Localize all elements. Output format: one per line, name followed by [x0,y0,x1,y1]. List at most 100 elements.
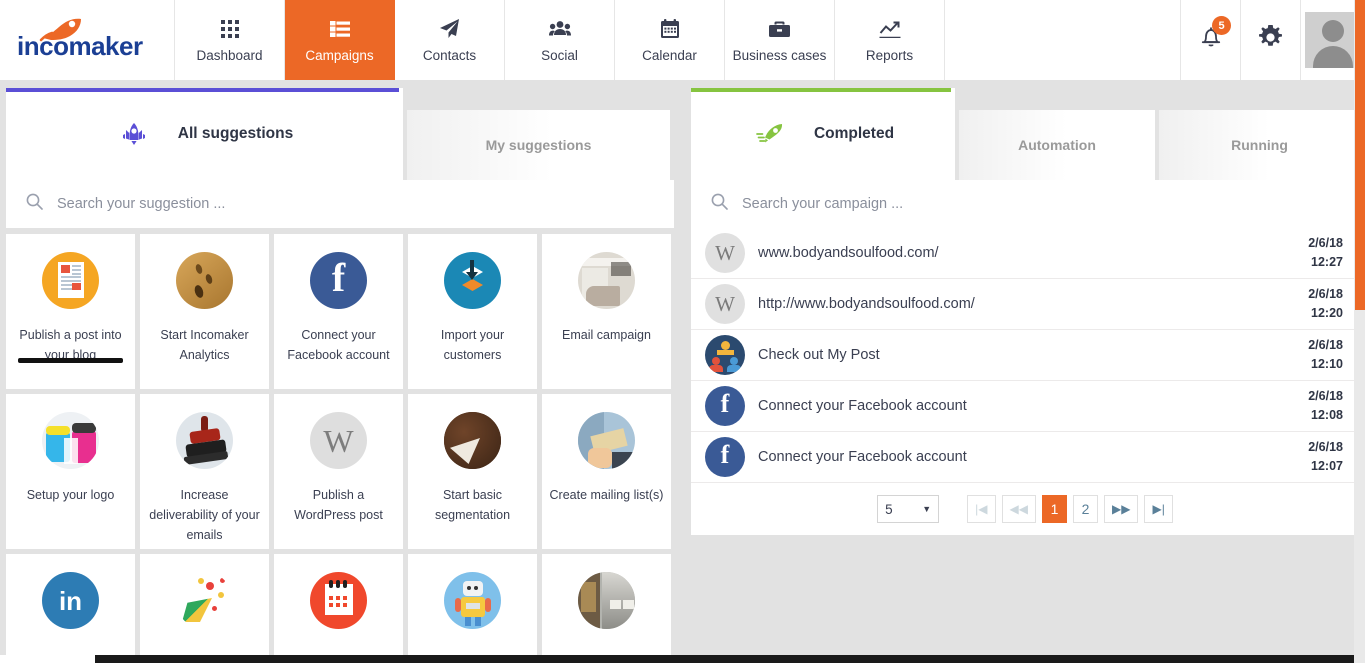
campaign-row-time: 12:07 [1311,459,1343,473]
page-body: All suggestions My suggestions Publish a… [0,80,1365,663]
robot-icon [444,572,501,629]
nav-label-business-cases: Business cases [732,47,827,63]
tab-label-my-suggestions: My suggestions [485,137,592,153]
search-input[interactable] [57,196,654,212]
page-size-select[interactable]: 5 ▼ [877,495,940,523]
tab-label-completed: Completed [813,125,895,142]
suggestion-card[interactable]: Import your customers [408,234,537,389]
tab-label-running: Running [1231,137,1288,153]
suggestion-card[interactable] [274,554,403,658]
tab-running[interactable]: Running [1159,110,1360,180]
nav-label-social: Social [541,47,578,63]
suggestion-card[interactable] [542,554,671,658]
footprints-photo-icon [176,252,233,309]
tab-label-all-suggestions: All suggestions [177,125,294,142]
nav-label-contacts: Contacts [422,47,477,63]
campaigns-searchbar[interactable] [691,180,1359,228]
suggestion-card-label: Create mailing list(s) [549,488,664,502]
campaigns-panel: Completed Automation Running Search your… [685,80,1365,663]
first-page-button[interactable]: |◀ [967,495,996,523]
nav-item-dashboard[interactable]: Dashboard [175,0,285,80]
tab-all-suggestions[interactable]: All suggestions [6,88,407,180]
search-icon [711,193,728,215]
suggestion-card[interactable]: f Connect your Facebook account [274,234,403,389]
horizontal-scrollbar[interactable] [0,655,1354,663]
last-page-button[interactable]: ▶| [1144,495,1173,523]
vertical-scrollbar-thumb[interactable] [1355,0,1365,310]
suggestion-card[interactable]: Start Incomaker Analytics [140,234,269,389]
suggestion-card-label: Publish a WordPress post [294,488,383,522]
suggestion-card-grid: Publish a post into your blog Start Incom… [0,228,680,658]
next-page-button[interactable]: ▶▶ [1104,495,1139,523]
vertical-scrollbar[interactable] [1354,0,1365,663]
campaign-row-timestamp: 2/6/18 12:10 [1285,336,1343,374]
suggestion-card-label: Import your customers [440,328,505,362]
nav-item-contacts[interactable]: Contacts [395,0,505,80]
nav-item-social[interactable]: Social [505,0,615,80]
horizontal-scrollbar-thumb[interactable] [0,655,95,663]
search-icon [26,193,43,215]
suggestions-panel: All suggestions My suggestions Publish a… [0,80,680,663]
suggestion-card[interactable]: in [6,554,135,658]
dropbox-import-icon [444,252,501,309]
campaign-row-title: Connect your Facebook account [758,449,967,465]
search-input[interactable] [742,196,1339,212]
prev-page-button[interactable]: ◀◀ [1001,495,1036,523]
tab-completed[interactable]: Completed [691,88,959,180]
suggestion-card[interactable]: Publish a post into your blog [6,234,135,389]
nav-item-business-cases[interactable]: Business cases [725,0,835,80]
briefcase-icon [769,18,790,40]
stamp-photo-icon [176,412,233,469]
gear-icon [1258,25,1283,55]
suggestion-card-label: Start basic segmentation [434,488,511,522]
chart-line-icon [879,18,901,40]
nav-item-calendar[interactable]: Calendar [615,0,725,80]
campaign-row[interactable]: Wwww.bodyandsoulfood.com/2/6/18 12:27 [691,228,1359,279]
nav-label-campaigns: Campaigns [305,47,374,63]
campaign-row[interactable]: Whttp://www.bodyandsoulfood.com/2/6/18 12… [691,279,1359,330]
suggestion-card[interactable]: Create mailing list(s) [542,394,671,549]
brand-logo[interactable]: incomaker [0,0,175,80]
campaign-row[interactable]: f Connect your Facebook account 2/6/18 12:0… [691,381,1359,432]
nav-item-campaigns[interactable]: Campaigns [285,0,395,80]
nav-label-calendar: Calendar [642,47,697,63]
page-button-2[interactable]: 2 [1073,495,1098,523]
avatar [1305,12,1361,68]
page-button-1[interactable]: 1 [1042,495,1067,523]
campaign-row-title: Check out My Post [758,347,880,363]
paper-plane-icon [439,18,460,40]
notifications-button[interactable]: 5 [1181,0,1241,80]
suggestion-card[interactable]: W Publish a WordPress post [274,394,403,549]
campaign-row-timestamp: 2/6/18 12:27 [1285,234,1343,272]
users-icon [548,18,571,40]
facebook-icon: f [705,437,745,477]
campaign-row-icon: f [705,437,750,477]
suggestion-card[interactable]: Setup your logo [6,394,135,549]
campaign-row[interactable]: Check out My Post 2/6/18 12:10 [691,330,1359,381]
blog-post-icon [42,252,99,309]
campaign-row-date: 2/6/18 [1308,389,1343,403]
suggestion-card[interactable]: Start basic segmentation [408,394,537,549]
suggestion-card[interactable]: Increase deliverability of your emails [140,394,269,549]
notification-badge: 5 [1212,16,1231,35]
calendar-red-icon [310,572,367,629]
suggestion-card[interactable] [408,554,537,658]
settings-button[interactable] [1241,0,1301,80]
suggestion-card-selected-underline [18,358,123,363]
top-navigation-bar: incomaker Dashboard Campaigns Contacts S… [0,0,1365,80]
campaign-row-date: 2/6/18 [1308,338,1343,352]
suggestions-searchbar[interactable] [6,180,674,228]
suggestion-card[interactable]: Email campaign [542,234,671,389]
wordpress-icon: W [705,284,745,324]
campaign-row-title: http://www.bodyandsoulfood.com/ [758,296,975,312]
campaign-row-timestamp: 2/6/18 12:07 [1285,438,1343,476]
suggestion-card[interactable] [140,554,269,658]
nav-item-reports[interactable]: Reports [835,0,945,80]
suggestions-search-wrapper [0,180,680,228]
tab-my-suggestions[interactable]: My suggestions [407,110,674,180]
campaign-row[interactable]: f Connect your Facebook account 2/6/18 12:0… [691,432,1359,483]
tab-automation[interactable]: Automation [959,110,1159,180]
campaign-row-timestamp: 2/6/18 12:08 [1285,387,1343,425]
gallery-photo-icon [578,572,635,629]
nav-label-dashboard: Dashboard [196,47,263,63]
